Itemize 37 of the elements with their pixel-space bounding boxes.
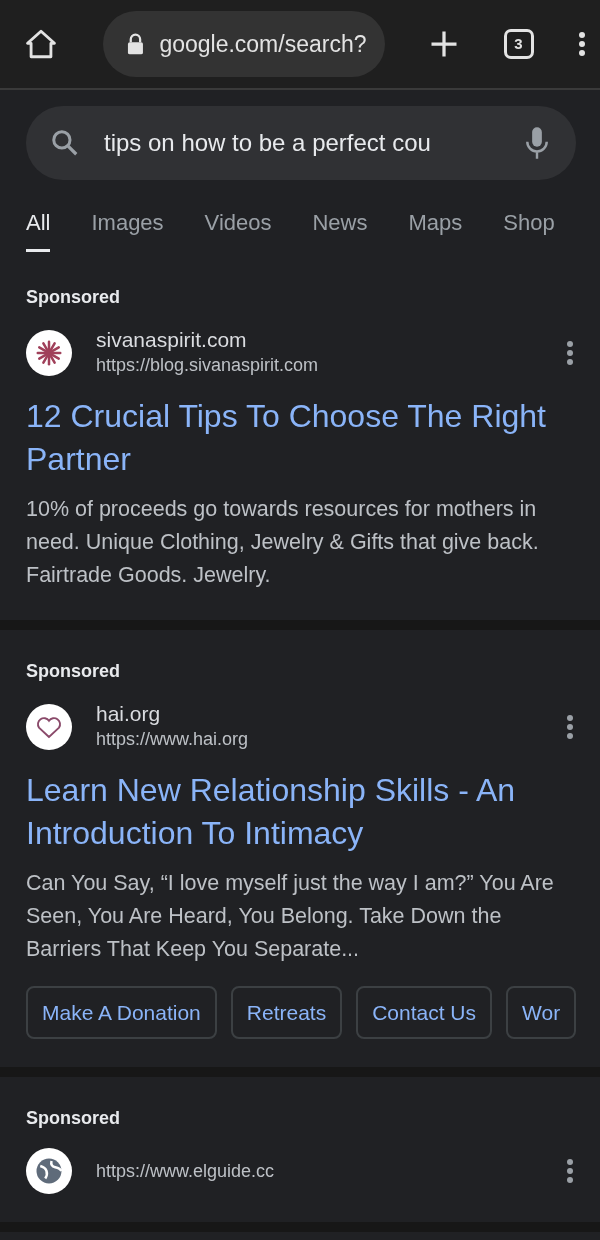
globe-icon (26, 1148, 72, 1195)
more-options-icon[interactable] (566, 340, 574, 367)
more-options-icon[interactable] (566, 714, 574, 741)
sponsored-label: Sponsored (26, 1107, 121, 1131)
sponsored-label: Sponsored (26, 286, 121, 309)
result-title-link[interactable]: Learn New Relationship Skills - An Introduction To Intimacy (26, 769, 574, 856)
sitelink-button[interactable]: Contact Us (356, 986, 493, 1040)
microphone-icon[interactable] (524, 126, 550, 160)
lock-icon (126, 33, 144, 55)
tab-count-button[interactable]: 3 (503, 29, 534, 59)
result-description: Can You Say, “I love myself just the way I am?” You Are Seen, You Are Heard, You Belong. Take Down the Barriers That Keep You Separate... (26, 870, 555, 964)
result-title-link[interactable]: 12 Crucial Tips To Choose The Right Partner (26, 395, 574, 482)
site-name: sivanaspirit.com (96, 327, 248, 353)
search-tab[interactable]: Maps (408, 204, 463, 249)
search-field[interactable]: tips on how to be a perfect cou (104, 125, 484, 161)
address-bar[interactable]: google.com/search? (102, 11, 385, 77)
search-tab[interactable]: All (26, 204, 51, 252)
more-options-icon[interactable] (566, 1158, 574, 1185)
search-tab[interactable]: Shop (503, 204, 555, 249)
result-description: 10% of proceeds go towards resources for mothers in need. Unique Clothing, Jewelry & Gifts that give back. Fairtrade Goods. Jewelry. (26, 496, 540, 590)
sitelink-button[interactable]: Make A Donation (26, 986, 217, 1040)
sponsored-label: Sponsored (26, 660, 121, 684)
search-tab[interactable]: News (312, 204, 368, 249)
sitelink-button[interactable]: Retreats (230, 986, 343, 1040)
site-url: https://blog.sivanaspirit.com (96, 354, 320, 378)
search-tab[interactable]: Images (91, 204, 164, 249)
site-url: https://www.hai.org (96, 728, 250, 752)
sitelink-button[interactable]: Wor (506, 986, 577, 1040)
plus-icon[interactable] (429, 29, 459, 59)
search-icon (50, 128, 80, 158)
search-tab[interactable]: Videos (204, 204, 272, 249)
flower-icon (26, 330, 72, 377)
home-icon[interactable] (24, 27, 58, 61)
search-bar[interactable]: tips on how to be a perfect cou (26, 106, 576, 180)
site-url: https://www.elguide.cc (96, 1159, 276, 1183)
menu-icon[interactable] (578, 31, 586, 57)
site-name: hai.org (96, 701, 162, 727)
